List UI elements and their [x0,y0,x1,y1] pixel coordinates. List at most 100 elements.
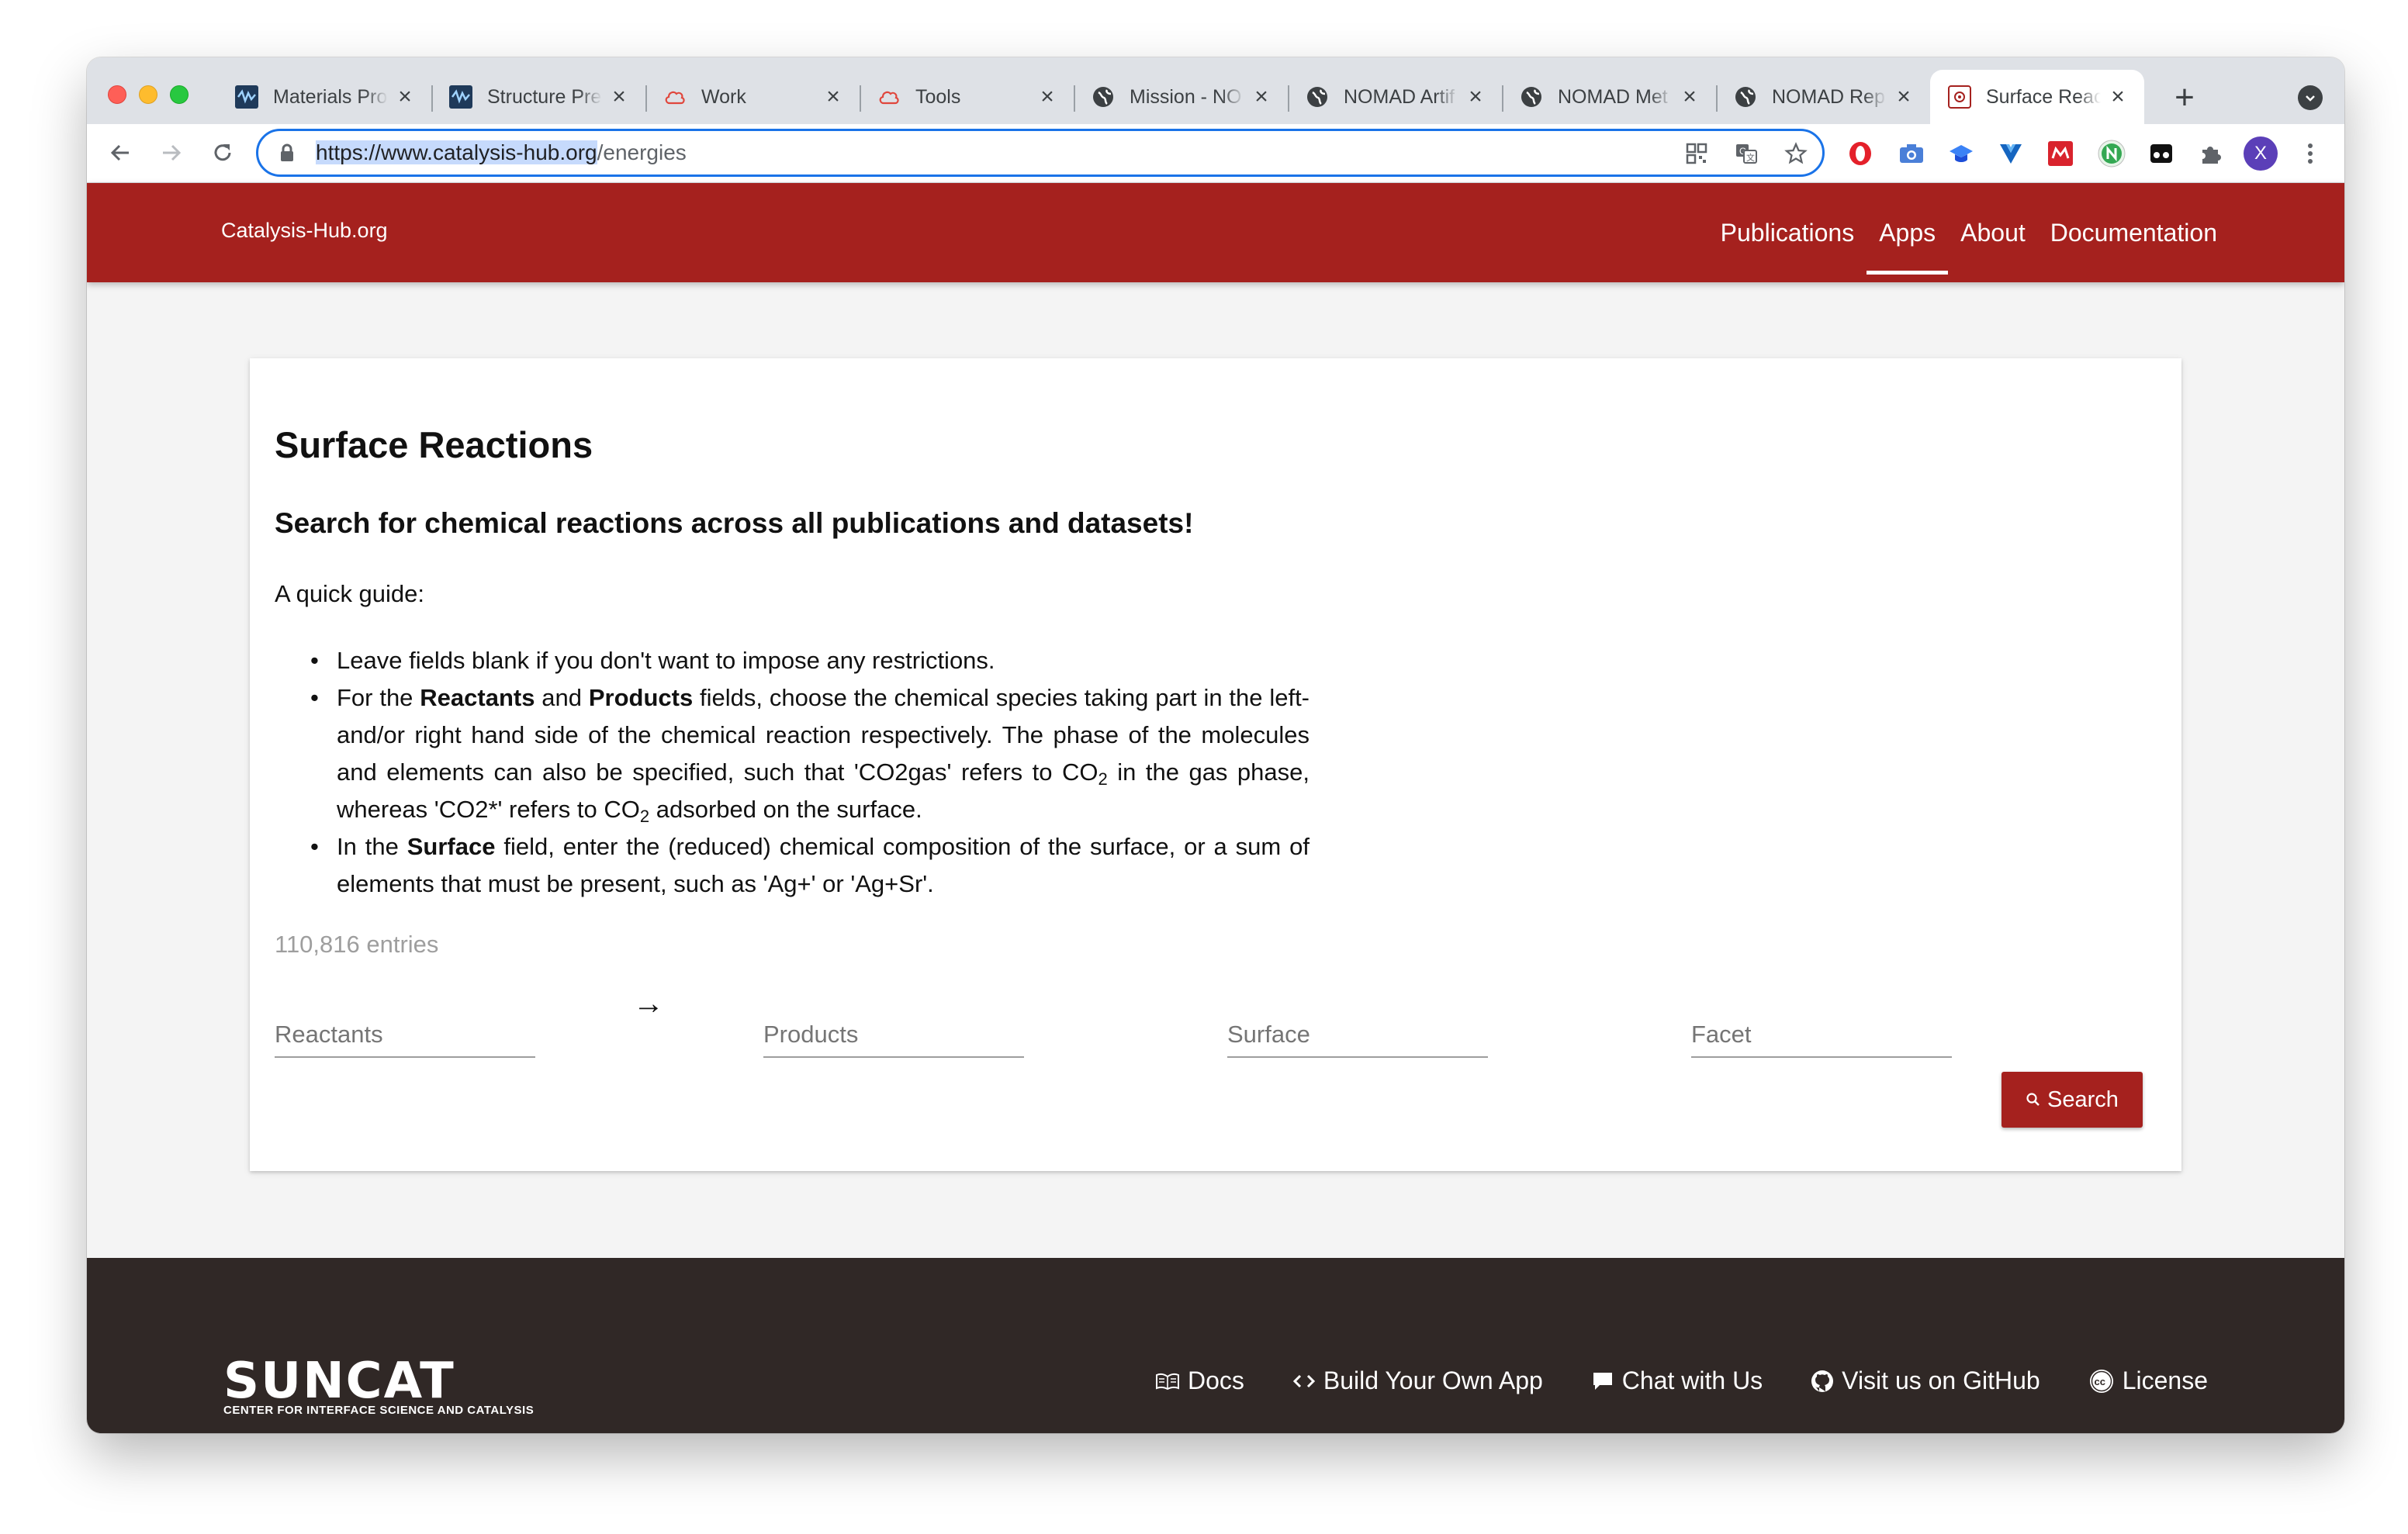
vuejs-devtools-icon[interactable] [1994,136,2028,171]
grammar-extension-icon[interactable] [2095,136,2129,171]
nav-apps[interactable]: Apps [1867,183,1949,282]
reload-button[interactable] [203,133,242,172]
tab-work[interactable]: Work × [645,70,860,124]
tab-title: NOMAD Met [1558,85,1668,108]
url-path: /energies [597,140,687,164]
browser-toolbar: https://www.catalysis-hub.org/energies G… [87,124,2344,183]
tab-search-button[interactable] [2298,85,2323,110]
tab-structure-predictor[interactable]: Structure Pre × [431,70,645,124]
translate-icon[interactable]: G文 [1731,139,1762,168]
top-navigation: Publications Apps About Documentation [1708,183,2230,282]
close-tab-icon[interactable]: × [2107,84,2129,109]
suncat-logo-word: SUNCAT [223,1353,455,1410]
footer-build-label: Build Your Own App [1323,1366,1543,1394]
close-tab-icon[interactable]: × [822,84,844,109]
facet-field [1691,994,1952,1058]
suncat-logo[interactable]: SUNCAT CENTER FOR INTERFACE SCIENCE AND … [223,1353,535,1417]
site-brand-link[interactable]: Catalysis-Hub.org [221,219,388,243]
footer-docs-link[interactable]: Docs [1155,1366,1244,1395]
nav-documentation[interactable]: Documentation [2038,183,2230,282]
footer-chat-label: Chat with Us [1621,1366,1763,1394]
globe-icon [1305,85,1330,109]
back-button[interactable] [101,133,140,172]
tab-nomad-repository[interactable]: NOMAD Rep × [1716,70,1930,124]
search-button[interactable]: Search [2001,1072,2143,1128]
globe-icon [1733,85,1758,109]
omnibox-actions: G文 [1681,139,1811,168]
tab-tools[interactable]: Tools × [860,70,1074,124]
close-window-button[interactable] [108,85,126,104]
qr-code-icon[interactable] [1681,139,1712,168]
close-tab-icon[interactable]: × [1465,84,1486,109]
catalysis-hub-icon [1947,85,1972,109]
tab-mission-nomad[interactable]: Mission - NO × [1074,70,1288,124]
tab-surface-reactions[interactable]: Surface Reac × [1930,70,2144,124]
star-icon[interactable] [1780,139,1811,168]
chat-bubble-icon [1593,1372,1612,1390]
surface-input[interactable] [1227,1021,1488,1049]
arrow-right-icon [163,144,182,161]
close-tab-icon[interactable]: × [1893,84,1915,109]
opera-icon[interactable] [1843,136,1877,171]
suncat-logo-subtitle: CENTER FOR INTERFACE SCIENCE AND CATALYS… [223,1404,535,1417]
surface-reactions-card: Surface Reactions Search for chemical re… [250,358,2181,1171]
profile-avatar[interactable]: X [2244,136,2278,171]
lock-icon[interactable] [275,141,299,164]
creative-commons-icon: cc [2089,1369,2113,1393]
github-icon [1811,1370,1834,1392]
footer-github-link[interactable]: Visit us on GitHub [1811,1366,2040,1395]
reaction-arrow: → [633,986,664,1021]
close-tab-icon[interactable]: × [394,84,416,109]
graduation-cap-icon[interactable] [1944,136,1978,171]
reactants-field [275,994,535,1058]
address-bar[interactable]: https://www.catalysis-hub.org/energies G… [256,129,1825,177]
code-icon [1292,1374,1316,1387]
footer-license-link[interactable]: cc License [2088,1366,2208,1395]
globe-icon [1091,85,1116,109]
reactants-input[interactable] [275,1021,535,1049]
tab-nomad-artificial[interactable]: NOMAD Artif × [1288,70,1502,124]
site-header: Catalysis-Hub.org Publications Apps Abou… [87,183,2344,282]
guide-list: Leave fields blank if you don't want to … [310,642,1310,903]
tab-title: Structure Pre [487,85,602,108]
close-tab-icon[interactable]: × [608,84,630,109]
reading-mode-icon[interactable] [2144,136,2178,171]
page-subtitle: Search for chemical reactions across all… [275,507,1194,539]
page-title: Surface Reactions [275,424,593,465]
forward-button[interactable] [152,133,191,172]
minimize-window-button[interactable] [139,85,157,104]
tab-title: NOMAD Artif [1344,85,1455,108]
tab-nomad-meta[interactable]: NOMAD Met × [1502,70,1716,124]
products-input[interactable] [763,1021,1024,1049]
guide-item: For the Reactants and Products fields, c… [310,679,1310,828]
maximize-window-button[interactable] [170,85,189,104]
entries-count: 110,816 entries [275,931,439,958]
close-tab-icon[interactable]: × [1036,84,1058,109]
kebab-menu-icon[interactable] [2293,136,2327,171]
url-text[interactable]: https://www.catalysis-hub.org/energies [316,140,687,165]
extensions-puzzle-icon[interactable] [2194,136,2228,171]
cloud-icon [877,85,901,109]
tab-title: Mission - NO [1130,85,1242,108]
new-tab-button[interactable]: + [2163,76,2206,119]
svg-text:文: 文 [1746,152,1755,163]
mendeley-icon[interactable] [2043,136,2078,171]
footer-license-label: License [2122,1366,2208,1394]
url-host: https://www.catalysis-hub.org [316,140,597,164]
facet-input[interactable] [1691,1021,1952,1049]
search-button-label: Search [2047,1087,2119,1112]
footer-build-link[interactable]: Build Your Own App [1292,1366,1543,1395]
close-tab-icon[interactable]: × [1679,84,1700,109]
close-tab-icon[interactable]: × [1251,84,1272,109]
footer-chat-link[interactable]: Chat with Us [1591,1366,1763,1395]
tab-strip: Materials Pro × Structure Pre × Work × T… [87,57,2344,124]
guide-item: In the Surface field, enter the (reduced… [310,828,1310,903]
nav-publications[interactable]: Publications [1708,183,1867,282]
tab-materials-project[interactable]: Materials Pro × [217,70,431,124]
guide-heading: A quick guide: [275,580,425,607]
arrow-left-icon [110,144,129,161]
cloud-icon [663,85,687,109]
search-icon [2026,1093,2040,1106]
nav-about[interactable]: About [1948,183,2038,282]
camera-icon[interactable] [1894,136,1929,171]
